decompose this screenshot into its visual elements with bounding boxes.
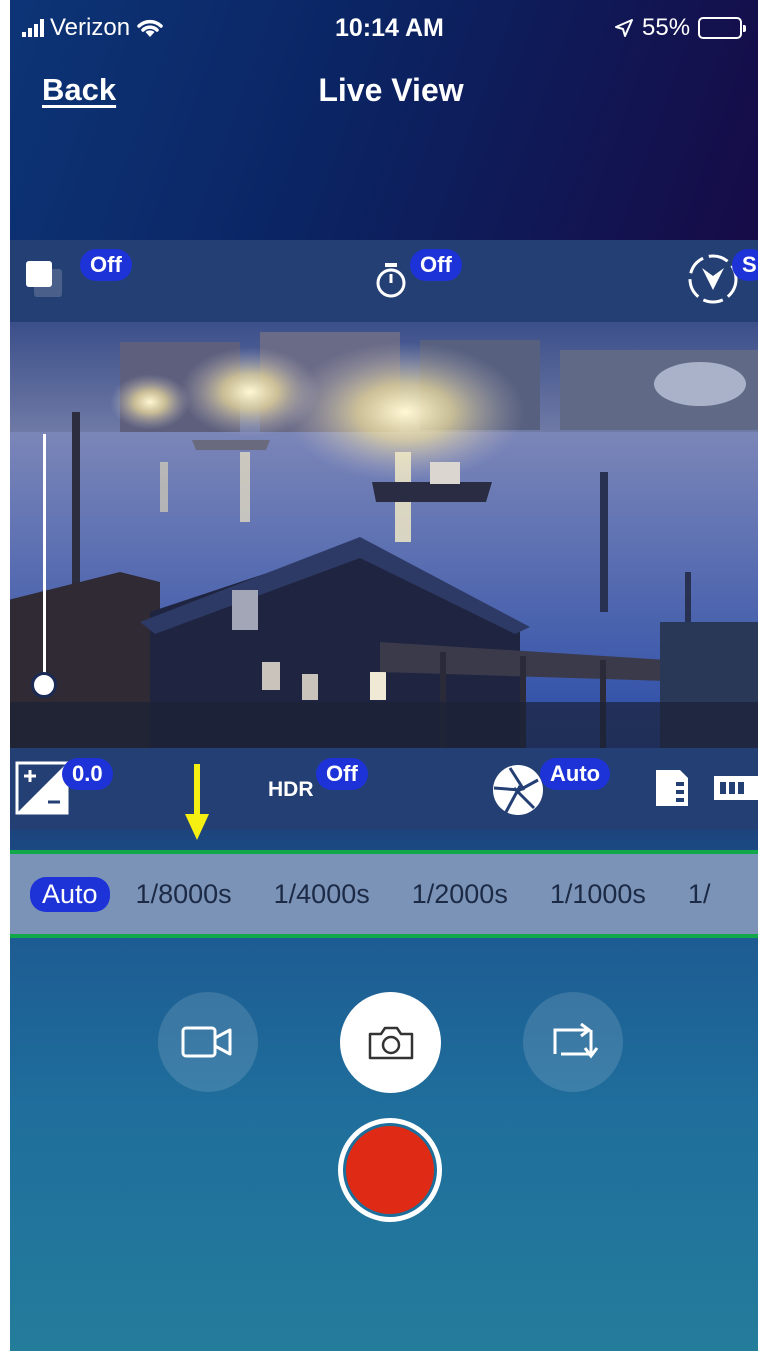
shutter-option-auto[interactable]: Auto — [30, 876, 110, 912]
battery-percent: 55% — [642, 14, 691, 41]
aperture-icon[interactable] — [490, 762, 546, 818]
shooting-mode-value[interactable]: S — [732, 249, 758, 281]
sd-card-icon — [656, 770, 688, 806]
wifi-icon — [137, 19, 163, 37]
location-arrow-icon — [615, 19, 633, 37]
zoom-slider-handle[interactable] — [31, 672, 57, 698]
switch-camera-button[interactable] — [523, 992, 623, 1092]
exposure-compensation-icon[interactable] — [14, 760, 70, 816]
left-edge-margin — [0, 0, 10, 1351]
shutter-option-1-2000[interactable]: 1/2000s — [412, 879, 508, 910]
self-timer-value[interactable]: Off — [410, 249, 462, 281]
status-carrier: Verizon — [22, 14, 164, 42]
camera-preview[interactable] — [0, 322, 758, 748]
camera-icon — [368, 1026, 413, 1059]
drive-mode-value[interactable]: Off — [80, 249, 132, 281]
status-time: 10:14 AM — [335, 14, 444, 42]
aperture-value[interactable]: Auto — [540, 758, 611, 790]
annotation-arrow-icon — [185, 764, 209, 840]
status-right: 55% — [614, 14, 747, 42]
hdr-value[interactable]: Off — [316, 758, 368, 790]
shutter-release-button[interactable] — [338, 1118, 442, 1222]
page-title: Live View — [318, 72, 464, 108]
exposure-compensation-value[interactable]: 0.0 — [62, 758, 113, 790]
battery-icon — [698, 17, 747, 39]
signal-bars-icon — [22, 19, 44, 37]
photo-mode-button[interactable] — [340, 992, 441, 1093]
shutter-speed-picker[interactable]: Auto 1/8000s 1/4000s 1/2000s 1/1000s 1/ — [4, 850, 758, 938]
video-camera-icon — [181, 1026, 232, 1058]
shutter-option-1-4000[interactable]: 1/4000s — [274, 879, 370, 910]
bottom-settings-bar — [0, 748, 758, 830]
self-timer-icon[interactable] — [372, 261, 410, 299]
hdr-label[interactable]: HDR — [268, 778, 314, 802]
drive-mode-icon[interactable] — [24, 257, 68, 301]
zoom-slider-track[interactable] — [43, 434, 46, 684]
video-mode-button[interactable] — [158, 992, 258, 1092]
camera-battery-icon — [714, 776, 758, 800]
record-indicator — [343, 1123, 437, 1217]
carrier-label: Verizon — [50, 14, 131, 41]
shutter-option-1-8000[interactable]: 1/8000s — [136, 879, 232, 910]
shutter-option-1-1000[interactable]: 1/1000s — [550, 879, 646, 910]
phone-screen: Verizon 10:14 AM 55% Back Live View Off … — [0, 0, 758, 1351]
switch-camera-icon — [553, 1022, 599, 1059]
shutter-option-partial[interactable]: 1/ — [688, 879, 711, 910]
